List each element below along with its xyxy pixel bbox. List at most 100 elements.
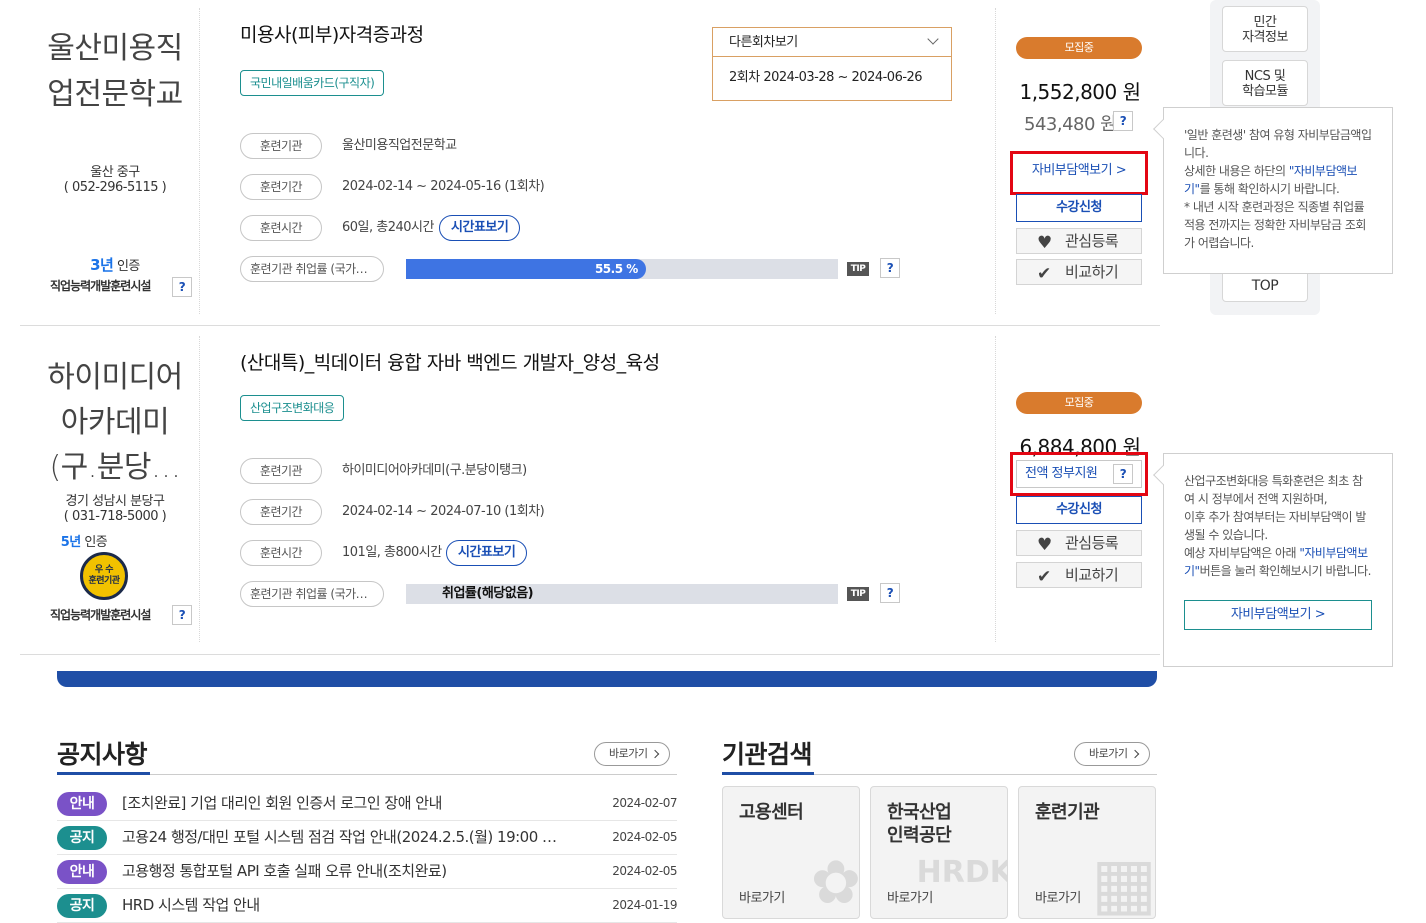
check-icon: ✔	[1037, 264, 1051, 284]
card-title[interactable]: 훈련기관	[1035, 801, 1100, 824]
agency-goto-button[interactable]: 바로가기	[1074, 742, 1151, 766]
card-link[interactable]: 바로가기	[1035, 887, 1081, 906]
notice-date: 2024-01-19	[612, 898, 677, 912]
hours-label: 훈련시간	[240, 215, 322, 241]
notice-badge: 안내	[57, 860, 107, 884]
notice-row[interactable]: 안내 [조치완료] 기업 대리인 회원 인증서 로그인 장애 안내 2024-02-…	[57, 787, 677, 821]
dropdown-label[interactable]: 다른회차보기	[713, 28, 951, 57]
highlight-box	[1010, 452, 1148, 496]
notice-title: 공지사항	[57, 740, 148, 769]
hrdk-logo-icon: HRDK	[916, 855, 1008, 890]
period-value: 2024-02-14 ~ 2024-05-16 (1회차)	[342, 179, 545, 194]
org-label: 훈련기관	[240, 458, 322, 484]
flower-icon: ✿	[810, 848, 860, 918]
notice-date: 2024-02-07	[612, 796, 677, 810]
employ-rate-fill: 55.5 %	[406, 259, 646, 279]
hours-label: 훈련시간	[240, 540, 322, 566]
building-icon: ▦	[1090, 842, 1156, 919]
status-badge: 모집중	[1016, 37, 1142, 59]
agency-title: 기관검색	[722, 740, 813, 769]
period-label: 훈련기간	[240, 499, 322, 525]
card-link[interactable]: 바로가기	[887, 887, 933, 906]
wishlist-button[interactable]: ♥ 관심등록	[1016, 530, 1142, 556]
notice-underline	[57, 772, 150, 775]
period-value: 2024-02-14 ~ 2024-07-10 (1회차)	[342, 504, 545, 519]
hours-value: 101일, 총800시간	[342, 545, 442, 560]
notice-badge: 안내	[57, 792, 107, 816]
compare-button[interactable]: ✔ 비교하기	[1016, 259, 1142, 285]
notice-date: 2024-02-05	[612, 830, 677, 844]
card-link[interactable]: 바로가기	[739, 887, 785, 906]
check-icon: ✔	[1037, 567, 1051, 587]
heart-icon: ♥	[1037, 233, 1052, 253]
institution-address: 울산 중구 ( 052-296-5115 )	[63, 165, 167, 195]
agency-underline	[722, 772, 814, 775]
notice-row[interactable]: 공지 HRD 시스템 작업 안내 2024-01-19	[57, 889, 677, 923]
apply-button[interactable]: 수강신청	[1016, 194, 1142, 222]
agency-card-employment-center[interactable]: ✿ 고용센터 바로가기	[722, 786, 860, 919]
wishlist-button[interactable]: ♥ 관심등록	[1016, 228, 1142, 254]
notice-row[interactable]: 안내 고용행정 통합포털 API 호출 실패 오류 안내(조치완료) 2024-02…	[57, 855, 677, 889]
self-pay-view-button[interactable]: 자비부담액보기 >	[1184, 600, 1372, 630]
course-tag: 산업구조변화대응	[240, 395, 345, 421]
course-title[interactable]: 미용사(피부)자격증과정	[240, 20, 424, 47]
quick-private-cert[interactable]: 민간 자격정보	[1222, 6, 1308, 52]
course-price: 1,552,800 원	[1019, 80, 1141, 104]
employ-rate-value: 취업률(해당없음)	[442, 586, 534, 601]
course-title[interactable]: (산대특)_빅데이터 융합 자바 백엔드 개발자_양성_육성	[240, 348, 660, 375]
compare-button[interactable]: ✔ 비교하기	[1016, 562, 1142, 588]
institution-address: 경기 성남시 분당구 ( 031-718-5000 )	[63, 494, 167, 524]
self-pay-price: 543,480 원	[1024, 114, 1117, 135]
notice-text[interactable]: 고용24 행정/대민 포털 시스템 점검 작업 안내(2024.2.5.(월) …	[122, 821, 562, 854]
notice-badge: 공지	[57, 826, 107, 850]
heart-icon: ♥	[1037, 535, 1052, 555]
self-pay-tooltip: '일반 훈련생' 참여 유형 자비부담금액입니다. 상세한 내용은 하단의 "자…	[1153, 107, 1393, 274]
notice-badge: 공지	[57, 894, 107, 918]
employ-rate-value: 55.5 %	[594, 262, 638, 276]
employ-help-icon[interactable]: ?	[880, 583, 900, 603]
notice-date: 2024-02-05	[612, 864, 677, 878]
cert-years: 5년 인증	[60, 535, 108, 550]
excellent-institution-badge: 우 수 훈련기관	[80, 552, 128, 600]
dropdown-option[interactable]: 2회차 2024-03-28 ~ 2024-06-26	[713, 57, 951, 99]
course-tag: 국민내일배움카드(구직자)	[240, 70, 385, 96]
section-divider-bar	[57, 671, 1157, 687]
card-title[interactable]: 한국산업 인력공단	[887, 801, 952, 847]
institution-name[interactable]: 하이미디어 아카데미 (구.분당…	[20, 355, 210, 490]
notice-row[interactable]: 공지 고용24 행정/대민 포털 시스템 점검 작업 안내(2024.2.5.(월…	[57, 821, 677, 855]
gov-support-tooltip: 산업구조변화대응 특화훈련은 최초 참여 시 정부에서 전액 지원하며, 이후 …	[1153, 453, 1393, 667]
card-title[interactable]: 고용센터	[739, 801, 804, 824]
org-label: 훈련기관	[240, 133, 322, 159]
cert-label: 직업능력개발훈련시설	[50, 608, 151, 622]
employ-rate-bar: 55.5 %	[406, 259, 838, 279]
notice-text[interactable]: 고용행정 통합포털 API 호출 실패 오류 안내(조치완료)	[122, 855, 562, 888]
other-session-dropdown[interactable]: 다른회차보기 2회차 2024-03-28 ~ 2024-06-26	[712, 27, 952, 101]
notice-text[interactable]: [조치완료] 기업 대리인 회원 인증서 로그인 장애 안내	[122, 787, 562, 820]
quick-ncs[interactable]: NCS 및 학습모듈	[1222, 60, 1308, 106]
employ-label: 훈련기관 취업률 (국가직무능력표준)	[240, 256, 384, 282]
status-badge: 모집중	[1016, 392, 1142, 414]
timetable-button[interactable]: 시간표보기	[446, 540, 528, 566]
self-pay-help-icon[interactable]: ?	[1113, 111, 1133, 131]
institution-name[interactable]: 울산미용직 업전문학교	[20, 26, 210, 118]
org-value: 하이미디어아카데미(구.분당이탱크)	[342, 463, 527, 478]
employ-help-icon[interactable]: ?	[880, 258, 900, 278]
cert-years: 3년 인증	[90, 256, 140, 274]
tip-badge: TIP	[847, 587, 869, 601]
org-value: 울산미용직업전문학교	[342, 138, 457, 153]
period-label: 훈련기간	[240, 174, 322, 200]
notice-text[interactable]: HRD 시스템 작업 안내	[122, 889, 562, 922]
employ-rate-bar: 취업률(해당없음)	[406, 584, 838, 604]
tooltip-arrow	[1153, 119, 1173, 139]
apply-button[interactable]: 수강신청	[1016, 496, 1142, 524]
agency-card-training-institution[interactable]: ▦ 훈련기관 바로가기	[1018, 786, 1156, 919]
cert-label: 직업능력개발훈련시설	[50, 279, 151, 293]
agency-card-hrdk[interactable]: HRDK 한국산업 인력공단 바로가기	[870, 786, 1008, 919]
tip-badge: TIP	[847, 262, 869, 276]
cert-help-icon[interactable]: ?	[172, 277, 192, 297]
tooltip-arrow	[1153, 465, 1173, 485]
timetable-button[interactable]: 시간표보기	[439, 215, 521, 241]
notice-goto-button[interactable]: 바로가기	[594, 742, 671, 766]
employ-label: 훈련기관 취업률 (국가직무능력표준)	[240, 581, 384, 607]
cert-help-icon[interactable]: ?	[172, 605, 192, 625]
